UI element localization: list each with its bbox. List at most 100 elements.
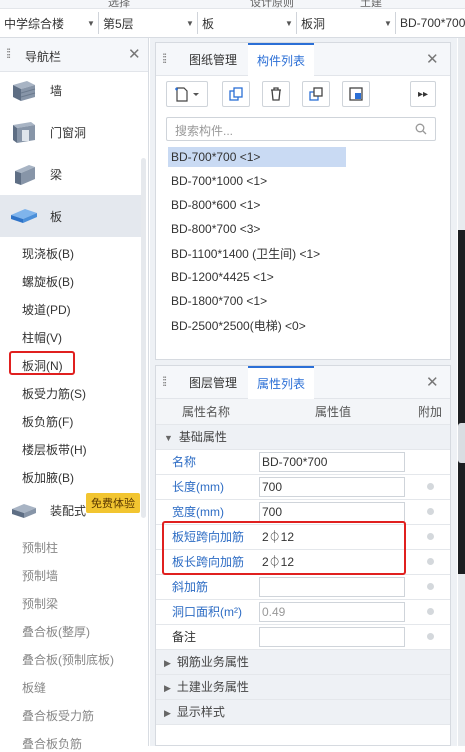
nav-subitem[interactable]: 板缝 <box>22 679 46 696</box>
component-panel-tabs: ⁞⁞ 图纸管理 构件列表 ✕ <box>156 43 450 76</box>
search-component-input[interactable]: 搜索构件... <box>166 117 436 141</box>
attach-checkbox[interactable] <box>426 583 434 590</box>
column-header-value: 属性值 <box>256 399 410 425</box>
nav-subitem[interactable]: 现浇板(B) <box>22 245 74 262</box>
nav-category-label: 装配式 <box>50 503 87 518</box>
nav-subitem[interactable]: 叠合板受力筋 <box>22 707 94 724</box>
top-strip-item[interactable]: 选择 <box>108 0 130 8</box>
search-placeholder: 搜索构件... <box>175 124 234 138</box>
tab-property-list[interactable]: 属性列表 <box>248 366 314 399</box>
tab-layer-management[interactable]: 图层管理 <box>180 366 246 399</box>
drawing-canvas-edge[interactable] <box>458 38 465 746</box>
nav-category-label: 墙 <box>50 83 63 98</box>
property-row: 备注 <box>156 624 450 650</box>
group-label: 显示样式 <box>176 705 225 719</box>
nav-subitem[interactable]: 预制柱 <box>22 539 58 556</box>
attach-checkbox[interactable] <box>426 483 434 490</box>
nav-scrollbar[interactable] <box>141 158 146 518</box>
component-list-item[interactable]: BD-700*700 <1> <box>168 147 346 167</box>
category-dropdown[interactable]: 板 ▼ <box>198 12 297 34</box>
free-trial-badge[interactable]: 免费体验 <box>86 493 140 513</box>
nav-subitem[interactable]: 柱帽(V) <box>22 329 62 346</box>
property-value-field[interactable]: 700 <box>259 476 405 497</box>
property-row: 洞口面积(m²) 0.49 <box>156 599 450 625</box>
delete-component-button[interactable] <box>262 81 290 107</box>
property-value-field[interactable] <box>259 626 405 647</box>
component-list-item[interactable]: BD-800*600 <1> <box>168 195 260 215</box>
attach-checkbox[interactable] <box>426 558 434 565</box>
nav-subitem[interactable]: 叠合板(预制底板) <box>22 651 114 668</box>
component-list-item[interactable]: BD-1800*700 <1> <box>168 291 267 311</box>
component-list-item[interactable]: BD-1100*1400 (卫生间) <1> <box>168 243 320 263</box>
nav-header: ⁞⁞ 导航栏 ✕ <box>0 38 148 72</box>
property-name: 斜加筋 <box>156 574 256 600</box>
property-value-field[interactable]: 0.49 <box>259 601 405 622</box>
component-list-item[interactable]: BD-700*1000 <1> <box>168 171 267 191</box>
drag-grip-icon[interactable]: ⁞⁞ <box>6 46 11 61</box>
property-name: 备注 <box>156 624 256 650</box>
floor-type-dropdown[interactable]: 中学综合楼 ▼ <box>0 12 99 34</box>
nav-subitem[interactable]: 螺旋板(B) <box>22 273 74 290</box>
property-value-field[interactable]: BD-700*700 <box>259 451 405 472</box>
nav-category-slab[interactable]: 板 <box>0 195 142 237</box>
copy-component-button[interactable] <box>222 81 250 107</box>
beam-icon <box>15 165 35 185</box>
component-type-dropdown[interactable]: 板洞 ▼ <box>297 12 396 34</box>
property-value-field[interactable]: 700 <box>259 501 405 522</box>
nav-subitem[interactable]: 叠合板负筋 <box>22 735 82 752</box>
prefab-icon <box>12 504 36 518</box>
component-list-item[interactable]: BD-1200*4425 <1> <box>168 267 274 287</box>
collapse-handle[interactable] <box>458 423 465 463</box>
component-list-item[interactable]: BD-800*700 <3> <box>168 219 260 239</box>
drag-grip-icon[interactable]: ⁞⁞ <box>162 51 167 66</box>
property-row: 名称 BD-700*700 <box>156 449 450 475</box>
close-icon[interactable]: ✕ <box>426 373 439 391</box>
close-icon[interactable]: ✕ <box>128 45 141 63</box>
double-chevron-right-icon: ▸▸ <box>417 88 429 100</box>
new-component-button[interactable] <box>166 81 208 107</box>
close-icon[interactable]: ✕ <box>426 50 439 68</box>
top-strip-item[interactable]: 土建 <box>360 0 382 8</box>
nav-subitem[interactable]: 预制梁 <box>22 595 58 612</box>
property-panel-tabs: ⁞⁞ 图层管理 属性列表 ✕ <box>156 366 450 399</box>
attach-checkbox[interactable] <box>426 608 434 615</box>
import-component-button[interactable] <box>342 81 370 107</box>
property-header-row: 属性名称 属性值 附加 <box>156 399 450 425</box>
nav-subitem[interactable]: 坡道(PD) <box>22 301 71 318</box>
property-group-row[interactable]: ▶ 显示样式 <box>156 699 450 725</box>
layers-copy-icon <box>309 87 323 101</box>
attach-checkbox[interactable] <box>426 533 434 540</box>
top-strip-item[interactable]: 设计原则 <box>250 0 294 8</box>
nav-subitem[interactable]: 叠合板(整厚) <box>22 623 90 640</box>
nav-subitem[interactable]: 板加腋(B) <box>22 469 74 486</box>
drag-grip-icon[interactable]: ⁞⁞ <box>162 374 167 389</box>
component-list-item[interactable]: BD-2500*2500(电梯) <0> <box>168 315 306 335</box>
chevron-down-icon: ▼ <box>186 18 194 28</box>
nav-category-wall[interactable]: 墙 <box>0 69 142 111</box>
nav-subitem[interactable]: 楼层板带(H) <box>22 441 87 458</box>
copy-to-floor-button[interactable] <box>302 81 330 107</box>
floor-dropdown[interactable]: 第5层 ▼ <box>99 12 198 34</box>
property-group-row[interactable]: ▶ 钢筋业务属性 <box>156 649 450 675</box>
group-label: 钢筋业务属性 <box>176 655 249 669</box>
search-icon <box>415 123 427 135</box>
property-group-row[interactable]: ▼ 基础属性 <box>156 424 450 450</box>
more-tools-button[interactable]: ▸▸ <box>410 81 436 107</box>
attach-checkbox[interactable] <box>426 508 434 515</box>
nav-category-beam[interactable]: 梁 <box>0 153 142 195</box>
property-name: 洞口面积(m²) <box>156 599 256 625</box>
tab-component-list[interactable]: 构件列表 <box>248 43 314 76</box>
attach-checkbox[interactable] <box>426 633 434 640</box>
column-header-extra: 附加 <box>410 399 450 425</box>
import-icon <box>349 87 363 101</box>
component-dropdown[interactable]: BD-700*700 <box>396 12 465 34</box>
navigation-panel: ⁞⁞ 导航栏 ✕ 墙 门窗洞 梁 板 现浇板(B) 螺旋板(B) 坡道(PD) … <box>0 38 149 751</box>
nav-category-door-window[interactable]: 门窗洞 <box>0 111 142 153</box>
property-group-row[interactable]: ▶ 土建业务属性 <box>156 674 450 700</box>
canvas-strip <box>458 230 465 574</box>
nav-subitem[interactable]: 板受力筋(S) <box>22 385 86 402</box>
nav-subitem[interactable]: 板负筋(F) <box>22 413 73 430</box>
property-value-field[interactable] <box>259 576 405 597</box>
tab-drawing-management[interactable]: 图纸管理 <box>180 43 246 76</box>
nav-subitem[interactable]: 预制墙 <box>22 567 58 584</box>
